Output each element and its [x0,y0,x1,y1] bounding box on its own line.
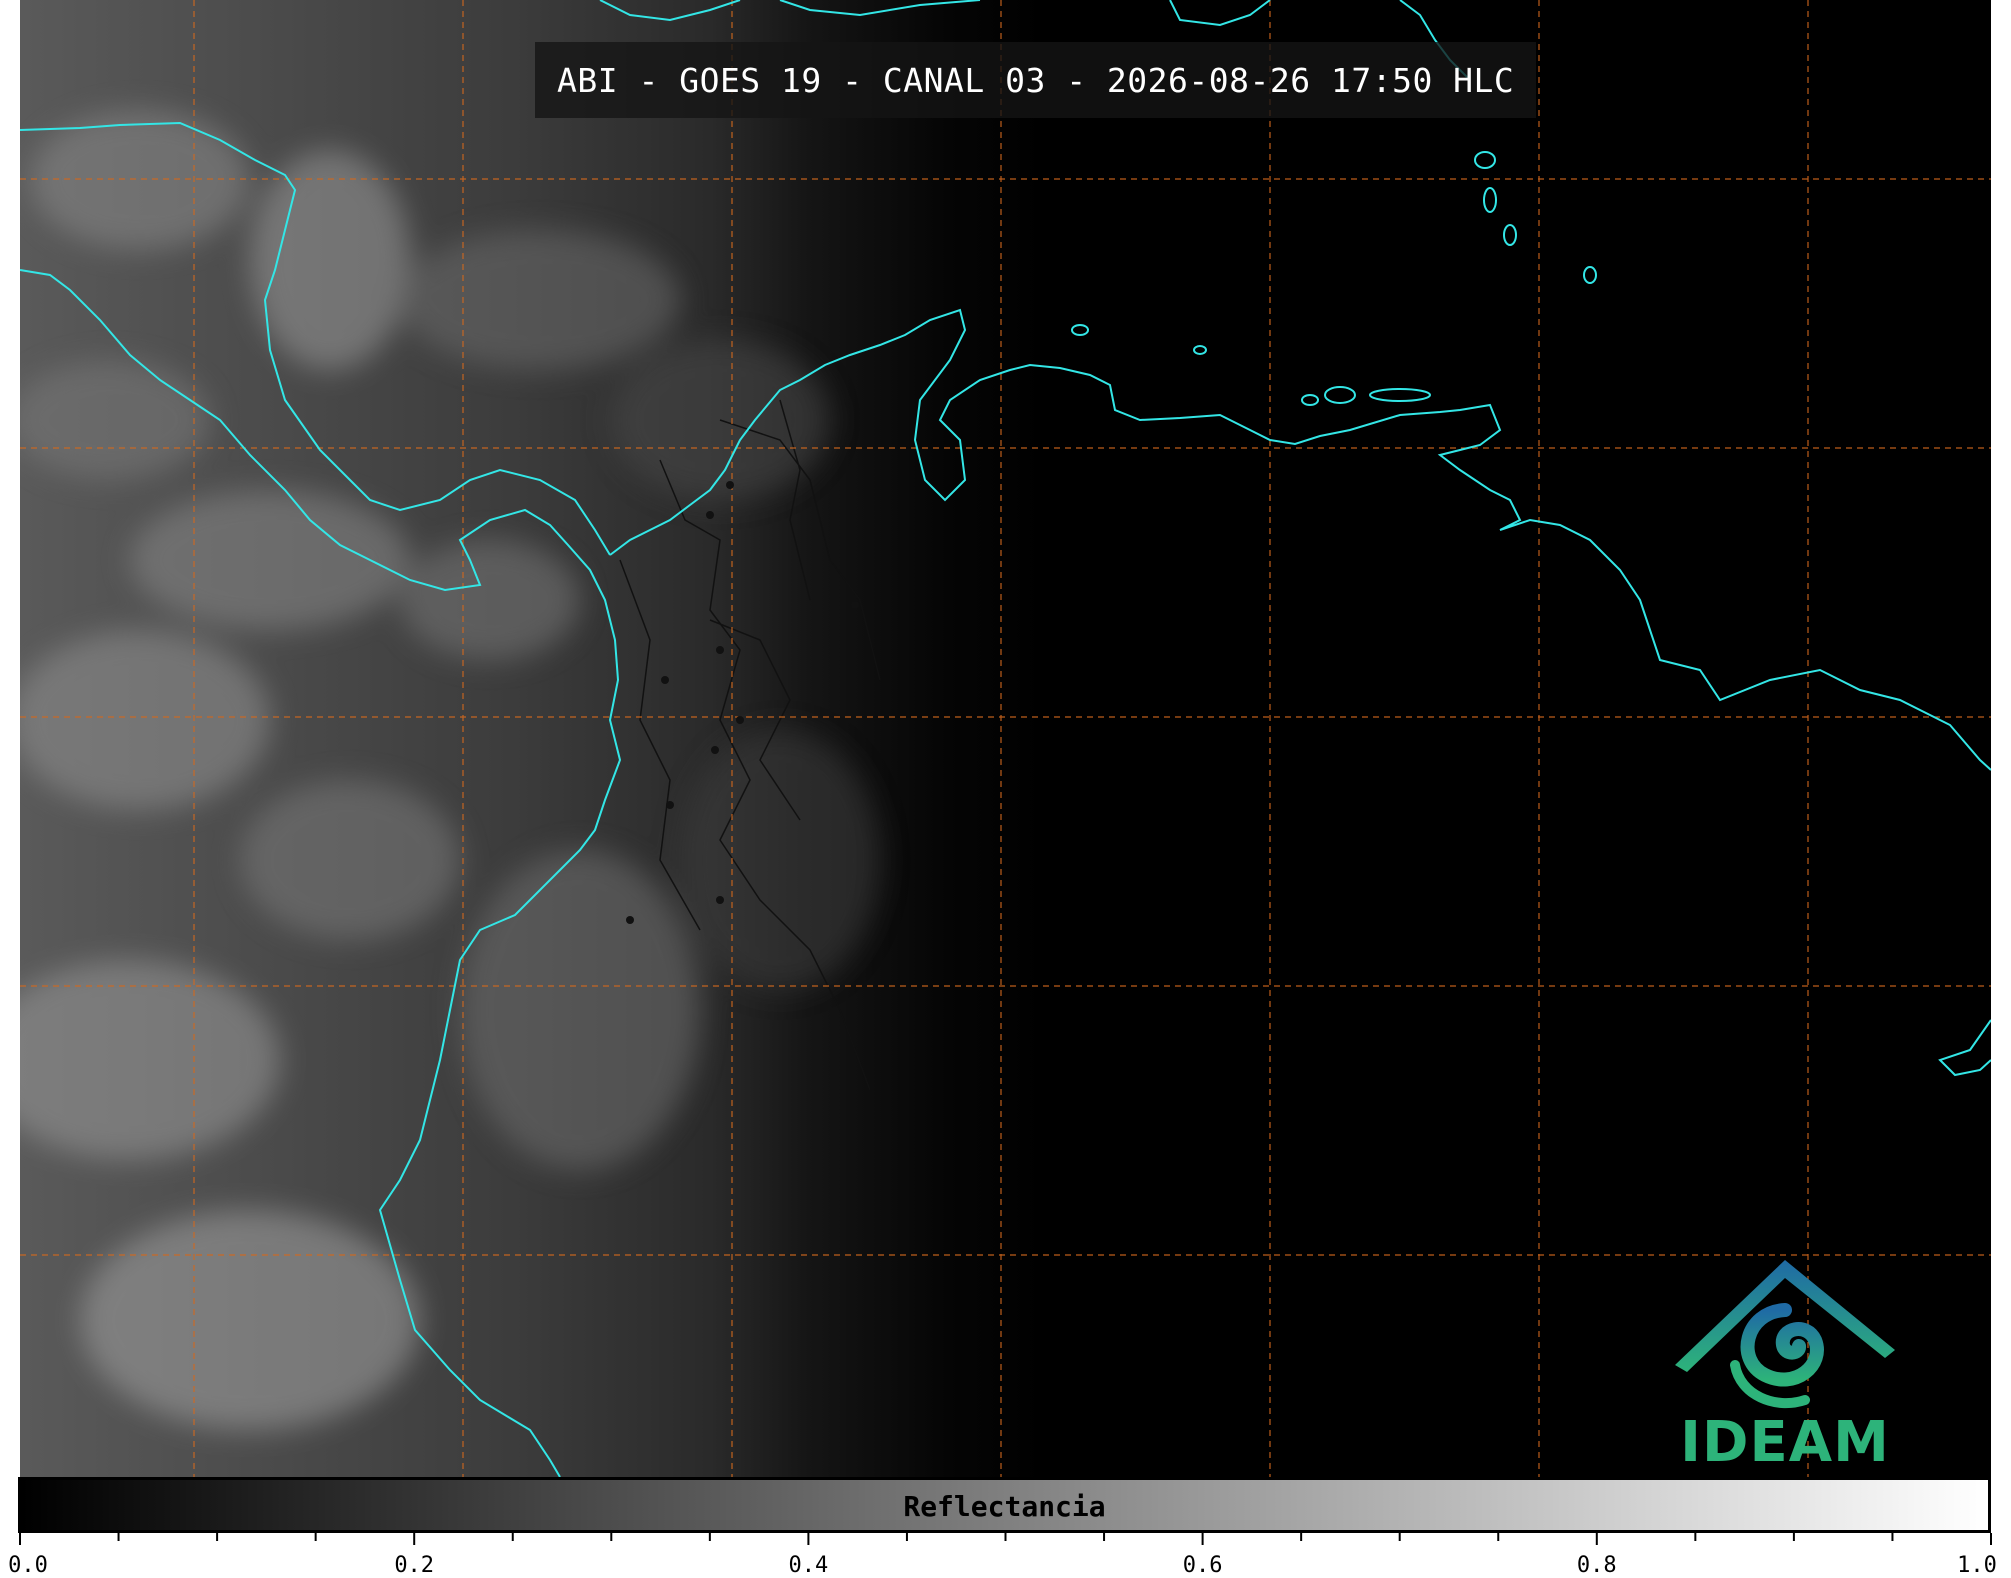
colorbar-label: Reflectancia [903,1490,1106,1523]
image-title: ABI - GOES 19 - CANAL 03 - 2026-08-26 17… [557,60,1515,100]
ideam-emblem-icon [1675,1260,1895,1409]
ideam-logo: IDEAM [1665,1250,1905,1475]
colorbar-ticks [19,1533,1992,1545]
colorbar-tick-label: 0.4 [788,1553,829,1578]
colorbar-tick-label: 0.2 [394,1553,435,1578]
title-box: ABI - GOES 19 - CANAL 03 - 2026-08-26 17… [535,42,1537,118]
satellite-map: ABI - GOES 19 - CANAL 03 - 2026-08-26 17… [20,0,1991,1477]
colorbar-tick-label: 0.8 [1576,1553,1617,1578]
colorbar: Reflectancia [18,1477,1991,1533]
colorbar-tick-label: 0.6 [1182,1553,1223,1578]
ideam-logo-text: IDEAM [1680,1410,1890,1475]
colorbar-tick-label: 1.0 [1957,1553,1997,1578]
colorbar-tick-label: 0.0 [8,1553,48,1578]
